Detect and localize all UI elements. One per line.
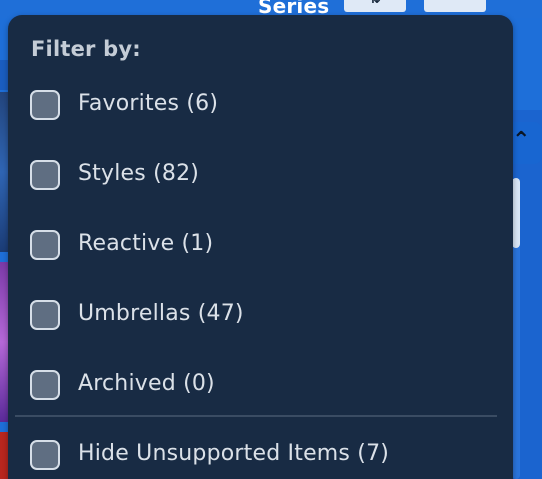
divider: [15, 415, 497, 417]
filter-option-label: Styles (82): [78, 161, 200, 186]
filter-option-reactive[interactable]: Reactive (1): [30, 228, 500, 264]
filter-option-styles[interactable]: Styles (82): [30, 158, 500, 194]
filter-option-label: Favorites (6): [78, 91, 219, 116]
checkbox[interactable]: [30, 230, 60, 260]
checkbox[interactable]: [30, 300, 60, 330]
checkbox[interactable]: [30, 370, 60, 400]
filter-title: Filter by:: [31, 37, 141, 61]
filter-option-label: Reactive (1): [78, 231, 214, 256]
filter-option-favorites[interactable]: Favorites (6): [30, 88, 500, 124]
filter-option-label: Hide Unsupported Items (7): [78, 441, 390, 466]
filter-option-label: Umbrellas (47): [78, 301, 244, 326]
checkbox[interactable]: [30, 90, 60, 120]
collapse-button[interactable]: −: [424, 0, 486, 12]
app-viewport: Series ⇅ − ⌃ Filter by: Favorites (6) St…: [0, 0, 542, 479]
minus-icon: −: [424, 0, 486, 6]
filter-option-hide-unsupported[interactable]: Hide Unsupported Items (7): [30, 438, 500, 474]
sort-button[interactable]: ⇅: [344, 0, 406, 12]
filter-option-label: Archived (0): [78, 371, 215, 396]
filter-option-umbrellas[interactable]: Umbrellas (47): [30, 298, 500, 334]
scrollbar-thumb[interactable]: [512, 178, 520, 248]
chevron-up-icon: ⌃: [512, 128, 531, 153]
checkbox[interactable]: [30, 440, 60, 470]
filter-dropdown: Filter by: Favorites (6) Styles (82) Rea…: [8, 15, 513, 479]
checkbox[interactable]: [30, 160, 60, 190]
filter-option-archived[interactable]: Archived (0): [30, 368, 500, 404]
sort-icon: ⇅: [344, 0, 406, 6]
